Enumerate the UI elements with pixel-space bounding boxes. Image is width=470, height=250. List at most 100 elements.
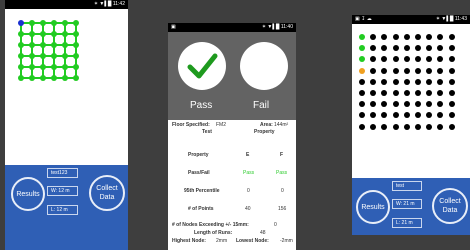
length-field[interactable]: L: 21 m	[392, 218, 422, 228]
grid-node[interactable]	[73, 53, 79, 59]
grid-node[interactable]	[51, 75, 57, 81]
grid-node[interactable]	[370, 67, 377, 74]
grid-node[interactable]	[403, 78, 410, 85]
grid-node[interactable]	[437, 34, 444, 40]
grid-node[interactable]	[426, 90, 433, 96]
grid-node[interactable]	[62, 20, 68, 26]
current-node[interactable]	[359, 67, 365, 74]
grid-node[interactable]	[51, 42, 57, 48]
grid-node[interactable]	[73, 75, 79, 81]
grid-node[interactable]	[415, 45, 421, 52]
grid-node[interactable]	[415, 101, 421, 108]
grid-node[interactable]	[392, 45, 399, 52]
grid-node[interactable]	[403, 112, 410, 119]
grid-node[interactable]	[403, 123, 410, 130]
grid-node[interactable]	[392, 112, 399, 119]
grid-node[interactable]	[448, 45, 455, 52]
grid-node[interactable]	[403, 67, 410, 74]
grid-node[interactable]	[381, 67, 388, 74]
measured-node[interactable]	[359, 34, 365, 40]
grid-node[interactable]	[370, 112, 377, 119]
grid-node[interactable]	[381, 101, 388, 108]
grid-node[interactable]	[426, 78, 433, 85]
grid-node[interactable]	[29, 20, 35, 26]
grid-node[interactable]	[18, 53, 24, 59]
grid-node[interactable]	[392, 101, 399, 108]
grid-node[interactable]	[29, 53, 35, 59]
grid-node[interactable]	[381, 78, 388, 85]
grid-node[interactable]	[392, 56, 399, 63]
results-button[interactable]: Results	[11, 177, 45, 211]
grid-node[interactable]	[448, 78, 455, 85]
grid-node[interactable]	[51, 20, 57, 26]
grid-node[interactable]	[29, 64, 35, 70]
grid-node[interactable]	[29, 31, 35, 37]
grid-node[interactable]	[437, 123, 444, 130]
grid-node[interactable]	[18, 31, 24, 37]
node-grid[interactable]	[5, 14, 128, 164]
grid-node[interactable]	[437, 45, 444, 52]
grid-node[interactable]	[415, 67, 421, 74]
width-field[interactable]: W: 21 m	[392, 199, 422, 209]
grid-node[interactable]	[448, 34, 455, 40]
grid-node[interactable]	[437, 67, 444, 74]
grid-node[interactable]	[359, 123, 365, 130]
grid-node[interactable]	[370, 34, 377, 40]
grid-node[interactable]	[415, 78, 421, 85]
grid-node[interactable]	[381, 112, 388, 119]
grid-node[interactable]	[29, 42, 35, 48]
grid-node[interactable]	[403, 90, 410, 96]
test-name-field[interactable]: test	[392, 181, 422, 191]
grid-node[interactable]	[381, 56, 388, 63]
grid-node[interactable]	[426, 56, 433, 63]
grid-node[interactable]	[40, 31, 46, 37]
grid-node[interactable]	[40, 20, 46, 26]
grid-node[interactable]	[426, 34, 433, 40]
grid-node[interactable]	[448, 123, 455, 130]
grid-node[interactable]	[381, 45, 388, 52]
grid-node[interactable]	[29, 75, 35, 81]
grid-node[interactable]	[62, 53, 68, 59]
grid-node[interactable]	[370, 78, 377, 85]
grid-node[interactable]	[415, 90, 421, 96]
width-field[interactable]: W: 12 m	[47, 186, 78, 196]
grid-node[interactable]	[437, 78, 444, 85]
grid-node[interactable]	[51, 31, 57, 37]
grid-node[interactable]	[437, 101, 444, 108]
results-button[interactable]: Results	[356, 190, 390, 224]
grid-node[interactable]	[18, 42, 24, 48]
grid-node[interactable]	[18, 64, 24, 70]
grid-node[interactable]	[403, 45, 410, 52]
grid-node[interactable]	[426, 67, 433, 74]
grid-node[interactable]	[403, 56, 410, 63]
grid-node[interactable]	[448, 56, 455, 63]
grid-node[interactable]	[403, 34, 410, 40]
grid-node[interactable]	[437, 112, 444, 119]
collect-data-button[interactable]: Collect Data	[432, 188, 468, 224]
grid-node[interactable]	[62, 42, 68, 48]
grid-node[interactable]	[18, 75, 24, 81]
grid-node[interactable]	[426, 45, 433, 52]
grid-node[interactable]	[381, 123, 388, 130]
start-node[interactable]	[18, 20, 24, 26]
grid-node[interactable]	[359, 101, 365, 108]
grid-node[interactable]	[415, 34, 421, 40]
grid-node[interactable]	[381, 34, 388, 40]
grid-node[interactable]	[437, 90, 444, 96]
grid-node[interactable]	[426, 123, 433, 130]
grid-node[interactable]	[62, 31, 68, 37]
grid-node[interactable]	[370, 101, 377, 108]
grid-node[interactable]	[359, 78, 365, 85]
grid-node[interactable]	[392, 78, 399, 85]
grid-node[interactable]	[392, 90, 399, 96]
grid-node[interactable]	[415, 56, 421, 63]
grid-node[interactable]	[370, 123, 377, 130]
grid-node[interactable]	[73, 42, 79, 48]
grid-node[interactable]	[415, 123, 421, 130]
grid-node[interactable]	[448, 67, 455, 74]
grid-node[interactable]	[448, 112, 455, 119]
grid-node[interactable]	[370, 90, 377, 96]
grid-node[interactable]	[40, 53, 46, 59]
grid-node[interactable]	[40, 42, 46, 48]
grid-node[interactable]	[392, 67, 399, 74]
